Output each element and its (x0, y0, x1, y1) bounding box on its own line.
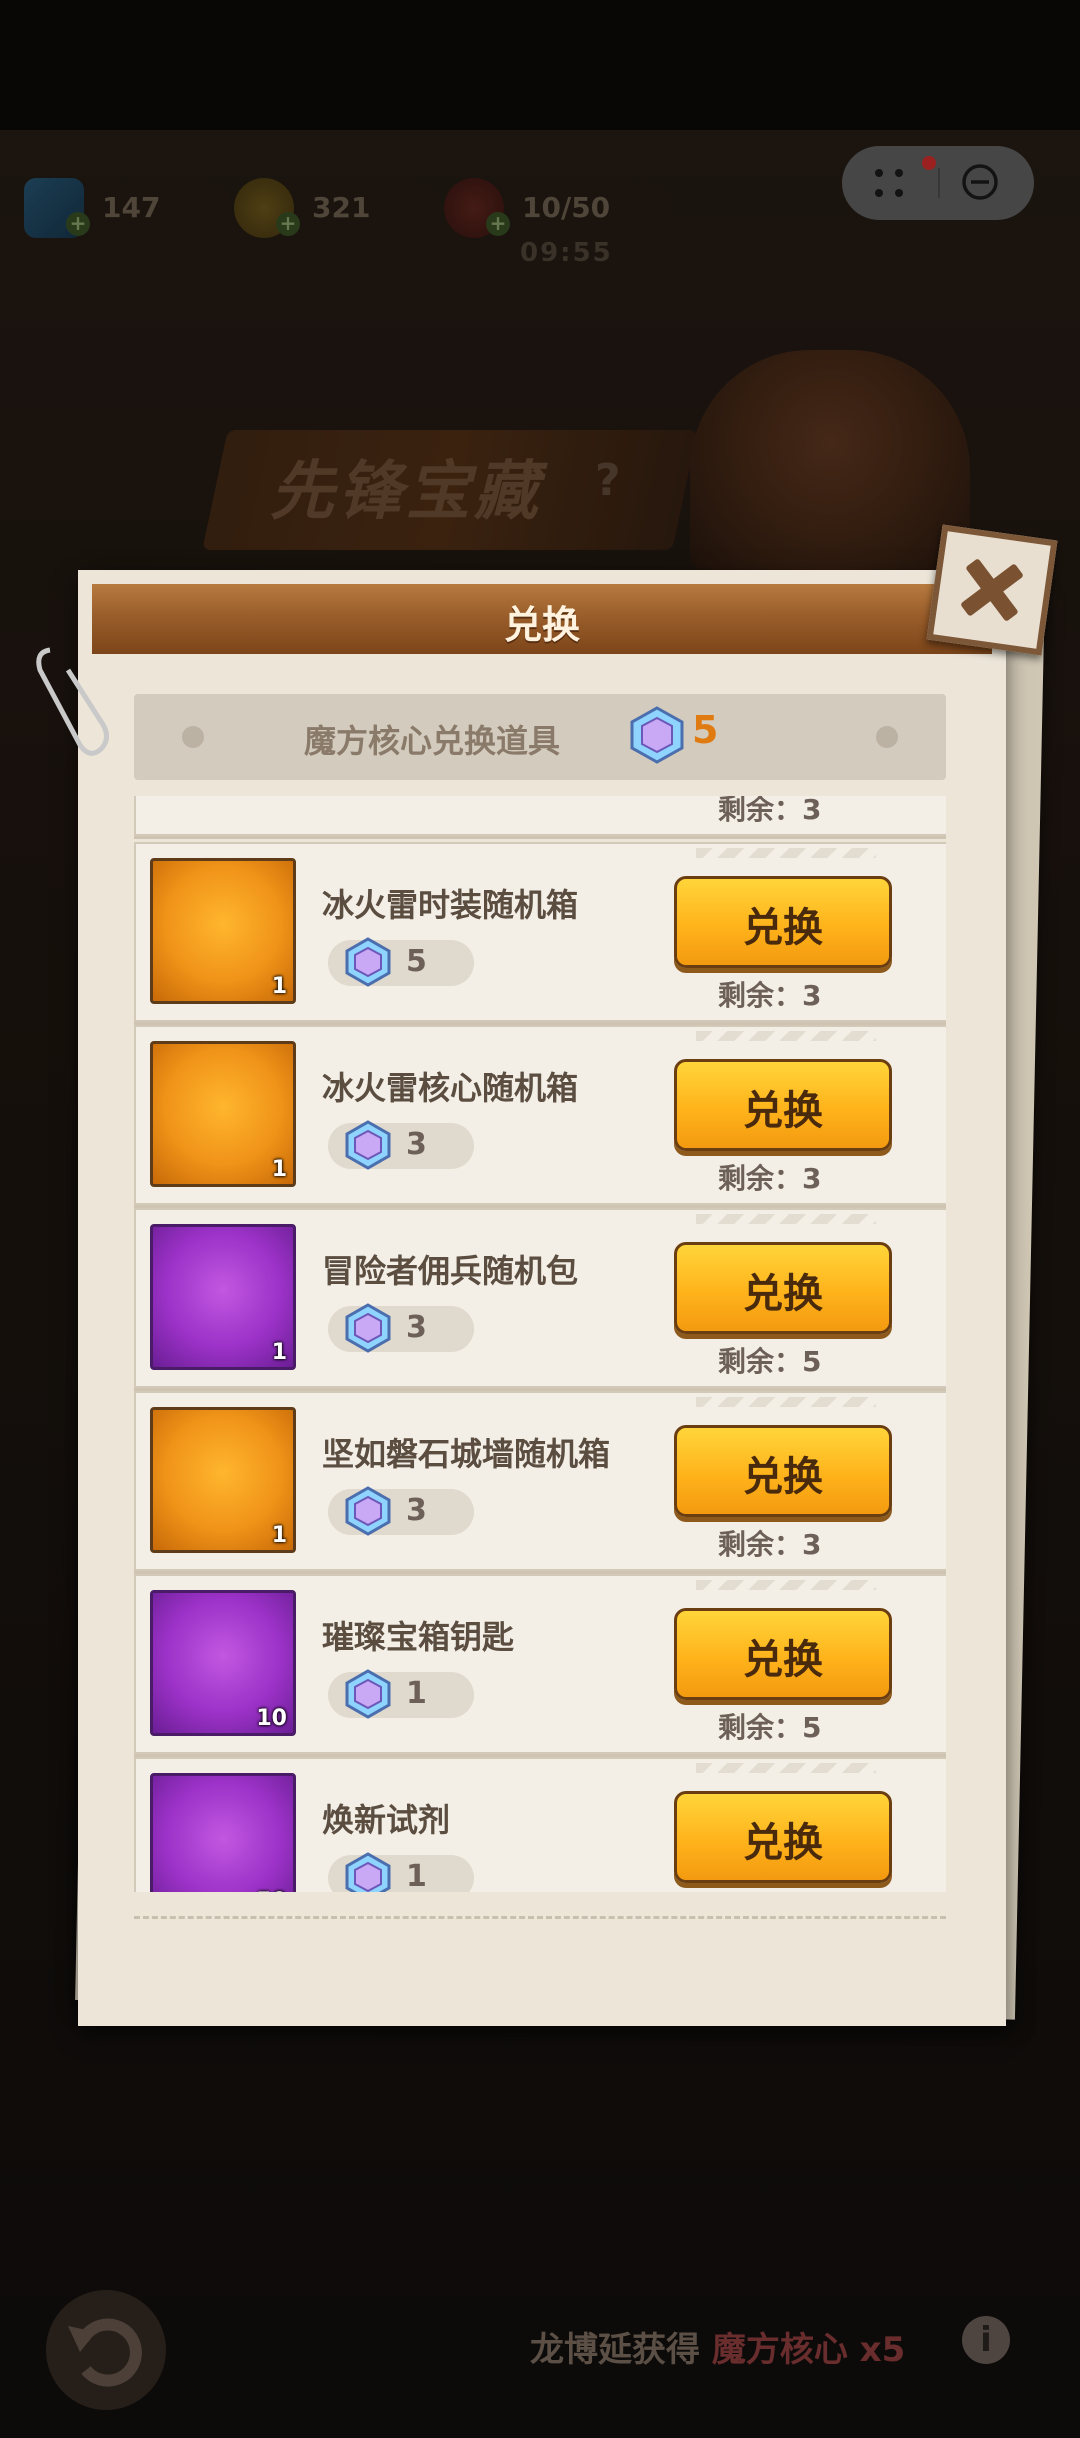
item-quantity: 1 (271, 1523, 287, 1548)
list-item: 1 冒险者佣兵随机包 3 兑换剩余：5 (134, 1208, 946, 1388)
item-cost: 3 (328, 1303, 474, 1353)
exchange-button-label: 兑换 (743, 1820, 823, 1866)
exchange-button-label: 兑换 (743, 1271, 823, 1317)
item-cost: 3 (328, 1120, 474, 1170)
exchange-button[interactable]: 兑换 (674, 1791, 892, 1883)
decor-stripes (696, 1397, 876, 1407)
item-name: 冰火雷时装随机箱 (322, 886, 579, 924)
list-item: 50 焕新试剂 1 兑换剩余：5 (134, 1757, 946, 1892)
info-icon[interactable]: i (962, 2316, 1010, 2364)
exchange-button[interactable]: 兑换 (674, 1608, 892, 1700)
decor-stripes (696, 1214, 876, 1224)
item-quantity: 1 (271, 1340, 287, 1365)
item-quantity: 1 (271, 1157, 287, 1182)
item-cost: 3 (328, 1486, 474, 1536)
list-item: 1 冰火雷时装随机箱 5 兑换剩余：3 (134, 842, 946, 1022)
decor-stripes (696, 1763, 876, 1773)
mercenary-bag-icon[interactable]: 1 (150, 1224, 296, 1370)
drop-notification: 龙博延获得 魔方核心 x5 (530, 2322, 905, 2371)
magic-cube-core-icon (345, 1669, 391, 1719)
header-dot-left (182, 726, 204, 748)
header-label: 魔方核心兑换道具 (304, 722, 561, 760)
item-cost: 1 (328, 1669, 474, 1719)
magic-cube-core-icon (630, 706, 684, 764)
item-name: 坚如磐石城墙随机箱 (322, 1435, 611, 1473)
item-cost-value: 3 (406, 1310, 427, 1345)
close-icon[interactable] (926, 524, 1058, 656)
dialog-title-bar: 兑换 (92, 584, 992, 654)
item-remaining: 剩余：3 (718, 1528, 822, 1561)
exchange-header: 魔方核心兑换道具 5 (134, 694, 946, 780)
fashion-box-icon[interactable]: 1 (150, 858, 296, 1004)
item-quantity: 50 (256, 1889, 287, 1892)
list-item-partial: 剩余：3 (134, 796, 946, 836)
item-name: 璀璨宝箱钥匙 (322, 1618, 515, 1656)
chest-key-icon[interactable]: 10 (150, 1590, 296, 1736)
exchange-button[interactable]: 兑换 (674, 1425, 892, 1517)
dialog-title: 兑换 (503, 603, 580, 647)
back-arrow-icon[interactable] (46, 2290, 166, 2410)
list-divider (134, 1916, 946, 1919)
item-cost-value: 5 (406, 944, 427, 979)
item-remaining: 剩余：3 (718, 796, 822, 826)
exchange-button-label: 兑换 (743, 905, 823, 951)
core-box-icon[interactable]: 1 (150, 1041, 296, 1187)
magic-cube-core-icon (345, 1486, 391, 1536)
item-name: 冰火雷核心随机箱 (322, 1069, 579, 1107)
item-cost-value: 3 (406, 1127, 427, 1162)
drop-player: 龙博延获得 (530, 2330, 700, 2370)
decor-stripes (696, 1031, 876, 1041)
item-quantity: 10 (256, 1706, 287, 1731)
exchange-button-label: 兑换 (743, 1088, 823, 1134)
magic-cube-core-icon (345, 1303, 391, 1353)
reagent-vial-icon[interactable]: 50 (150, 1773, 296, 1892)
magic-cube-core-icon (345, 1120, 391, 1170)
exchange-button-label: 兑换 (743, 1454, 823, 1500)
paper-clip-icon (36, 647, 109, 756)
item-remaining: 剩余：5 (718, 1889, 821, 1892)
decor-stripes (696, 1580, 876, 1590)
item-remaining: 剩余：5 (718, 1345, 822, 1378)
item-name: 冒险者佣兵随机包 (322, 1252, 579, 1290)
exchange-button[interactable]: 兑换 (674, 1059, 892, 1151)
exchange-button[interactable]: 兑换 (674, 876, 892, 968)
exchange-button[interactable]: 兑换 (674, 1242, 892, 1334)
magic-cube-core-icon (345, 937, 391, 987)
list-item: 1 坚如磐石城墙随机箱 3 兑换剩余：3 (134, 1391, 946, 1571)
item-cost: 1 (328, 1852, 474, 1892)
item-remaining: 剩余：5 (718, 1711, 822, 1744)
item-cost-value: 1 (406, 1859, 427, 1892)
decor-stripes (696, 848, 876, 858)
stone-wall-box-icon[interactable]: 1 (150, 1407, 296, 1553)
core-count: 5 (692, 708, 719, 752)
list-item: 1 冰火雷核心随机箱 3 兑换剩余：3 (134, 1025, 946, 1205)
drop-item: 魔方核心 x5 (711, 2330, 906, 2370)
item-quantity: 1 (271, 974, 287, 999)
item-cost-value: 1 (406, 1676, 427, 1711)
item-cost-value: 3 (406, 1493, 427, 1528)
header-dot-right (876, 726, 898, 748)
item-remaining: 剩余：3 (718, 979, 822, 1012)
item-cost: 5 (328, 937, 474, 987)
item-name: 焕新试剂 (322, 1801, 451, 1839)
exchange-list[interactable]: 剩余：3 1 冰火雷时装随机箱 5 兑换 剩余：3 1 冰火雷核心随机箱 3 兑换 剩余：3 1 冒险… (134, 796, 946, 1892)
list-item: 10 璀璨宝箱钥匙 1 兑换剩余：5 (134, 1574, 946, 1754)
exchange-button-label: 兑换 (743, 1637, 823, 1683)
magic-cube-core-icon (345, 1852, 391, 1892)
item-remaining: 剩余：3 (718, 1162, 822, 1195)
